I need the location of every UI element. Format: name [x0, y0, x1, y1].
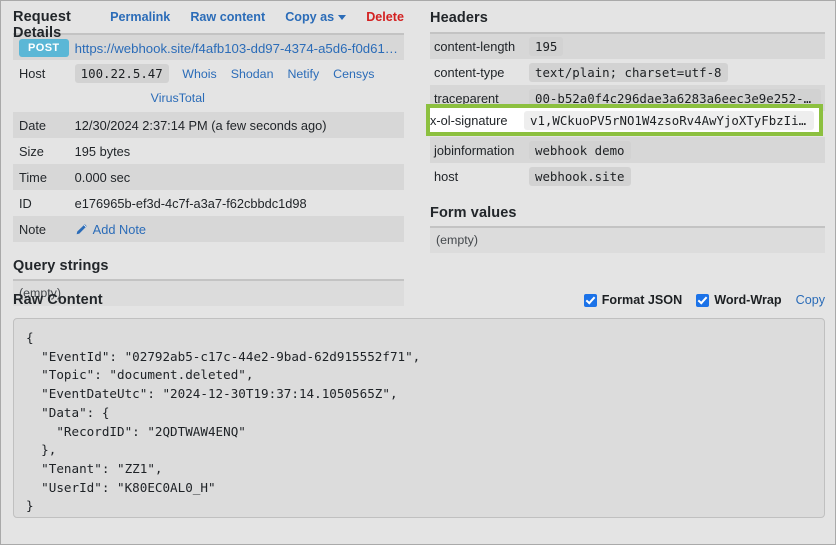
request-inspector-page: Request Details Permalink Raw content Co… [0, 0, 836, 545]
shodan-link[interactable]: Shodan [231, 67, 274, 81]
id-label: ID [19, 195, 32, 211]
header-name: content-type [434, 64, 505, 80]
note-value-cell: Add Note [75, 216, 404, 242]
raw-content-options: Format JSON Word-Wrap Copy [583, 293, 825, 307]
table-row-time: Time 0.000 sec [13, 164, 404, 190]
format-json-label: Format JSON [601, 293, 683, 307]
time-label: Time [19, 169, 47, 185]
header-name: jobinformation [434, 142, 515, 158]
date-value: 12/30/2024 2:37:14 PM (a few seconds ago… [74, 117, 327, 133]
table-row: content-type text/plain; charset=utf-8 [430, 59, 825, 85]
checkbox-icon[interactable] [696, 293, 710, 307]
header-value-cell: webhook demo [528, 137, 825, 163]
add-note-label: Add Note [92, 221, 147, 237]
request-details-header: Request Details Permalink Raw content Co… [13, 9, 404, 41]
pencil-icon [76, 223, 87, 234]
table-row-date: Date 12/30/2024 2:37:14 PM (a few second… [13, 112, 404, 138]
query-strings-title: Query strings [13, 258, 109, 274]
raw-content-header: Raw Content Format JSON Word-Wrap Copy [13, 289, 825, 311]
format-json-toggle[interactable]: Format JSON [583, 293, 683, 307]
word-wrap-toggle[interactable]: Word-Wrap [696, 293, 782, 307]
netify-link[interactable]: Netify [287, 67, 319, 81]
request-url-link[interactable]: https://webhook.site/f4afb103-dd97-4374-… [75, 41, 398, 56]
permalink-action[interactable]: Permalink [110, 10, 170, 24]
note-label: Note [19, 221, 47, 237]
copy-as-dropdown[interactable]: Copy as [285, 10, 347, 24]
header-name: content-length [434, 39, 516, 54]
header-name-signature: x-ol-signature [430, 112, 508, 128]
censys-link[interactable]: Censys [333, 67, 374, 81]
raw-content-box[interactable]: { "EventId": "02792ab5-c17c-44e2-9bad-62… [13, 318, 825, 518]
raw-content-body: { "EventId": "02792ab5-c17c-44e2-9bad-62… [26, 330, 421, 514]
header-name: host [434, 168, 459, 184]
copy-button[interactable]: Copy [796, 293, 825, 307]
table-row-signature: x-ol-signature v1,WCkuoPV5rNO1W4zsoRv4Aw… [430, 108, 819, 132]
id-value: e176965b-ef3d-4c7f-a3a7-f62cbbdc1d98 [74, 195, 307, 211]
table-row: jobinformation webhook demo [430, 137, 825, 163]
header-value-cell: 195 [528, 33, 825, 59]
copy-as-label: Copy as [285, 10, 335, 24]
date-label: Date [19, 117, 47, 133]
host-label-spacer [13, 86, 75, 112]
header-value: 195 [529, 37, 564, 56]
request-details-column: Request Details Permalink Raw content Co… [13, 9, 404, 306]
form-values-empty: (empty) [430, 226, 825, 253]
delete-action[interactable]: Delete [366, 10, 404, 24]
raw-content-title: Raw Content [13, 292, 103, 308]
request-actions: Permalink Raw content Copy as Delete [110, 10, 404, 24]
table-row-id: ID e176965b-ef3d-4c7f-a3a7-f62cbbdc1d98 [13, 190, 404, 216]
header-value: webhook demo [529, 140, 631, 160]
request-url-cell: https://webhook.site/f4afb103-dd97-4374-… [75, 34, 404, 60]
table-row: host webhook.site [430, 163, 825, 189]
form-values-section: Form values (empty) [430, 205, 825, 253]
table-row-host-second: VirusTotal [13, 86, 404, 112]
page-title: Request Details [13, 9, 71, 41]
chevron-down-icon [338, 15, 347, 21]
header-value-signature: v1,WCkuoPV5rNO1W4zsoRv4AwYjoXTyFbzIiTEmi… [524, 110, 814, 130]
whois-link[interactable]: Whois [182, 67, 216, 81]
host-lookup-links: Whois Shodan Netify Censys [182, 67, 374, 81]
request-details-table: POST https://webhook.site/f4afb103-dd97-… [13, 33, 404, 242]
host-lookup-links-second: VirusTotal [75, 86, 404, 112]
host-label: Host [19, 65, 46, 81]
size-label: Size [19, 143, 44, 159]
table-row-size: Size 195 bytes [13, 138, 404, 164]
table-row-note: Note Add Note [13, 216, 404, 242]
virustotal-link[interactable]: VirusTotal [151, 91, 205, 105]
add-note-button[interactable]: Add Note [75, 222, 146, 237]
host-ip-value: 100.22.5.47 [74, 63, 169, 83]
word-wrap-label: Word-Wrap [714, 293, 782, 307]
header-value: text/plain; charset=utf-8 [529, 62, 728, 82]
raw-content-action[interactable]: Raw content [190, 10, 265, 24]
method-badge: POST [19, 38, 69, 57]
headers-title: Headers [430, 10, 488, 26]
header-value: webhook.site [529, 166, 631, 186]
host-value-cell: 100.22.5.47 Whois Shodan Netify Censys [74, 60, 404, 86]
header-value-cell: webhook.site [528, 163, 825, 189]
form-values-title: Form values [430, 205, 517, 221]
table-row: content-length 195 [430, 33, 825, 59]
header-value-cell: text/plain; charset=utf-8 [528, 59, 825, 85]
checkbox-icon[interactable] [583, 293, 597, 307]
size-value: 195 bytes [74, 143, 131, 159]
raw-content-section: Raw Content Format JSON Word-Wrap Copy {… [13, 289, 825, 518]
time-value: 0.000 sec [74, 169, 131, 185]
table-row-host: Host 100.22.5.47 Whois Shodan Netify Cen… [13, 60, 404, 86]
